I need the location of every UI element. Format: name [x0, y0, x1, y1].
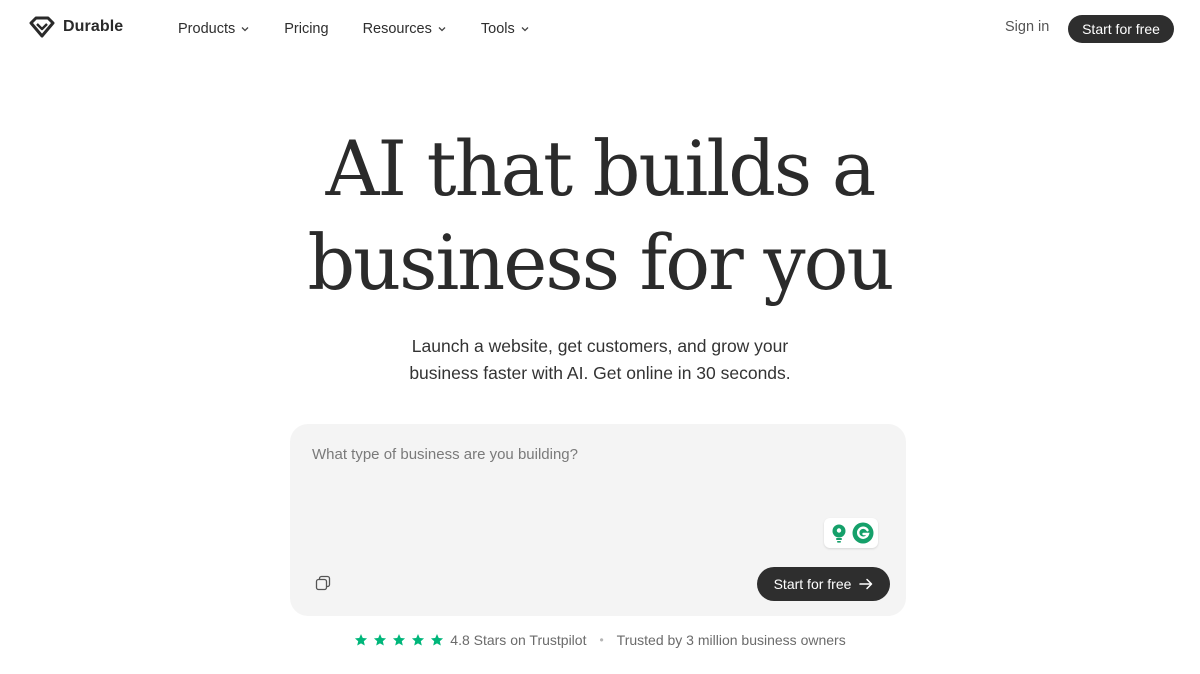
grammarly-icon[interactable]: [852, 522, 874, 544]
diamond-logo-icon: [29, 16, 55, 38]
business-type-input[interactable]: [312, 446, 872, 526]
star-icon: [374, 634, 387, 646]
copy-icon: [315, 575, 331, 591]
header-start-button[interactable]: Start for free: [1068, 15, 1174, 43]
copy-button[interactable]: [315, 575, 331, 591]
nav-item-label: Resources: [362, 21, 432, 37]
hero-title: AI that builds a business for you: [12, 122, 1188, 310]
site-header: Durable Products Pricing Resources Tools…: [0, 0, 1200, 58]
browser-extension-badge: [824, 518, 878, 548]
brand-logo[interactable]: Durable: [29, 16, 123, 38]
start-button-label: Start for free: [773, 576, 852, 592]
star-icon: [355, 634, 368, 646]
star-icon: [393, 634, 406, 646]
chevron-down-icon: [521, 27, 529, 32]
nav-item-pricing[interactable]: Pricing: [284, 19, 328, 39]
chevron-down-icon: [438, 27, 446, 32]
brand-name: Durable: [63, 18, 124, 35]
hero-title-line: AI that builds a: [325, 124, 877, 213]
hero-subtitle-line: Launch a website, get customers, and gro…: [411, 336, 789, 356]
trust-row: 4.8 Stars on Trustpilot • Trusted by 3 m…: [0, 632, 1200, 648]
hero-subtitle-line: business faster with AI. Get online in 3…: [409, 363, 791, 383]
rating-stars: [354, 633, 444, 647]
star-icon: [412, 634, 425, 646]
nav-item-tools[interactable]: Tools: [481, 19, 530, 39]
main-nav: Products Pricing Resources Tools: [178, 19, 564, 39]
trustpilot-rating: 4.8 Stars on Trustpilot: [450, 632, 587, 648]
hero-subtitle: Launch a website, get customers, and gro…: [0, 333, 1200, 387]
nav-item-products[interactable]: Products: [178, 19, 250, 39]
start-for-free-button[interactable]: Start for free: [757, 567, 890, 601]
nav-item-label: Tools: [480, 21, 515, 37]
lightbulb-icon[interactable]: [828, 522, 850, 544]
trusted-by-text: Trusted by 3 million business owners: [616, 632, 846, 648]
hero-title-line: business for you: [307, 218, 894, 307]
business-prompt-card: Start for free: [290, 424, 906, 616]
chevron-down-icon: [241, 27, 249, 32]
star-icon: [431, 634, 444, 646]
arrow-right-icon: [859, 578, 873, 590]
sign-in-link[interactable]: Sign in: [1005, 19, 1049, 35]
separator-dot: •: [599, 633, 604, 647]
nav-item-label: Pricing: [284, 21, 329, 37]
nav-item-label: Products: [178, 21, 236, 37]
nav-item-resources[interactable]: Resources: [363, 19, 447, 39]
